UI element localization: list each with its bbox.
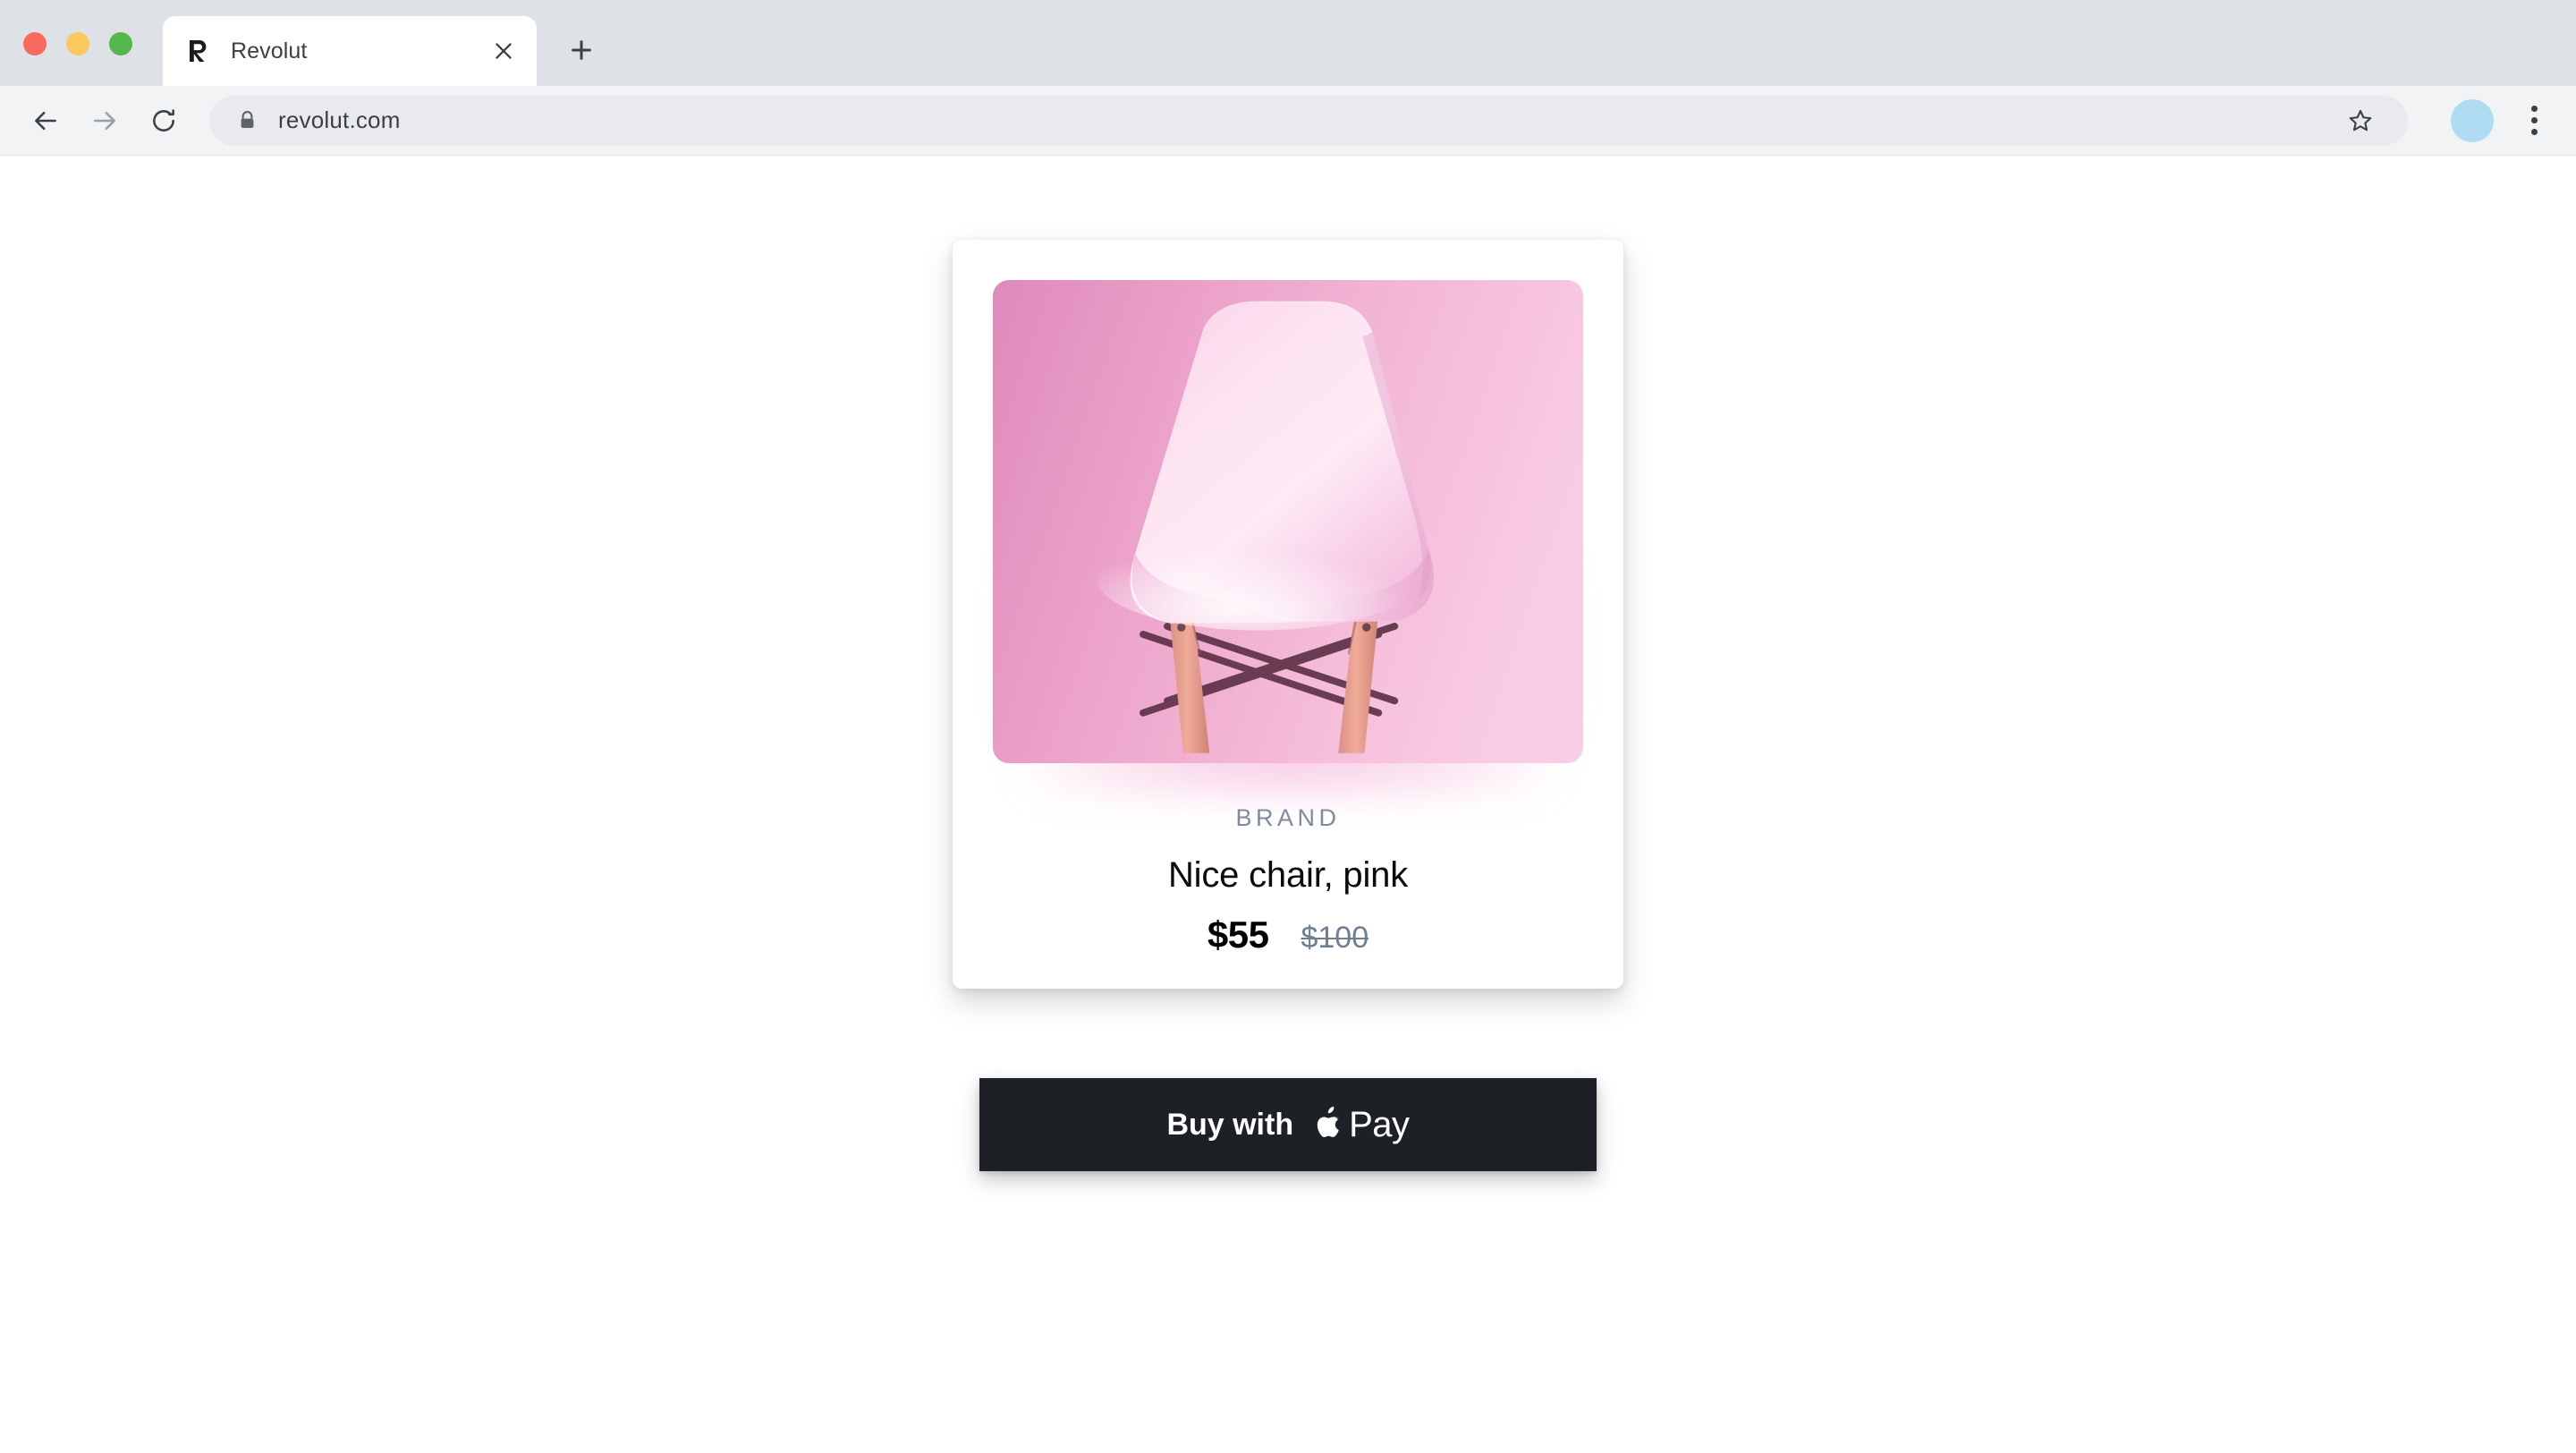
menu-dot [2530,117,2538,123]
address-bar[interactable]: revolut.com [209,95,2408,146]
star-icon[interactable] [2338,98,2383,143]
plus-icon [572,40,591,60]
revolut-r-icon [186,38,211,64]
window-maximize-button[interactable] [109,32,132,55]
apple-pay-button-label: Buy with [1166,1107,1294,1142]
page-viewport: BRAND Nice chair, pink $55 $100 Buy with [0,156,2576,1453]
apple-logo-icon [1313,1106,1343,1144]
back-button[interactable] [16,91,75,150]
new-tab-button[interactable] [558,27,605,73]
price-row: $55 $100 [993,913,1583,956]
close-icon[interactable] [483,30,524,72]
menu-dot [2530,106,2538,112]
avatar[interactable] [2451,98,2494,142]
tab-strip: Revolut [0,0,2576,86]
reload-icon [153,108,174,132]
browser-tab[interactable]: Revolut [163,16,537,86]
product-image-wrapper [993,280,1583,794]
arrow-left-icon [35,111,56,130]
original-price: $100 [1301,921,1369,955]
tab-title: Revolut [231,38,308,64]
product-image [993,280,1583,763]
window-controls [23,32,132,55]
product-brand: BRAND [1235,804,1341,831]
product-card: BRAND Nice chair, pink $55 $100 [953,240,1623,989]
current-price: $55 [1207,913,1269,956]
reload-button[interactable] [134,91,193,150]
product-title: Nice chair, pink [1167,855,1409,895]
window-close-button[interactable] [23,32,47,55]
three-dots-icon[interactable] [2513,98,2555,144]
browser-window: Revolut revolut.com BRAND Nice chair, pi… [0,0,2576,1453]
menu-dot [2530,129,2538,135]
arrow-right-icon [94,111,115,130]
apple-pay-button[interactable]: Buy with Pay [979,1078,1597,1171]
checkout-stage: BRAND Nice chair, pink $55 $100 Buy with [0,240,2576,1171]
window-minimize-button[interactable] [66,32,89,55]
browser-toolbar: revolut.com [0,86,2576,156]
apple-pay-word: Pay [1349,1104,1410,1144]
lock-icon [236,109,258,132]
apple-pay-mark: Pay [1313,1104,1410,1145]
forward-button[interactable] [75,91,134,150]
address-bar-url[interactable]: revolut.com [278,106,2338,134]
